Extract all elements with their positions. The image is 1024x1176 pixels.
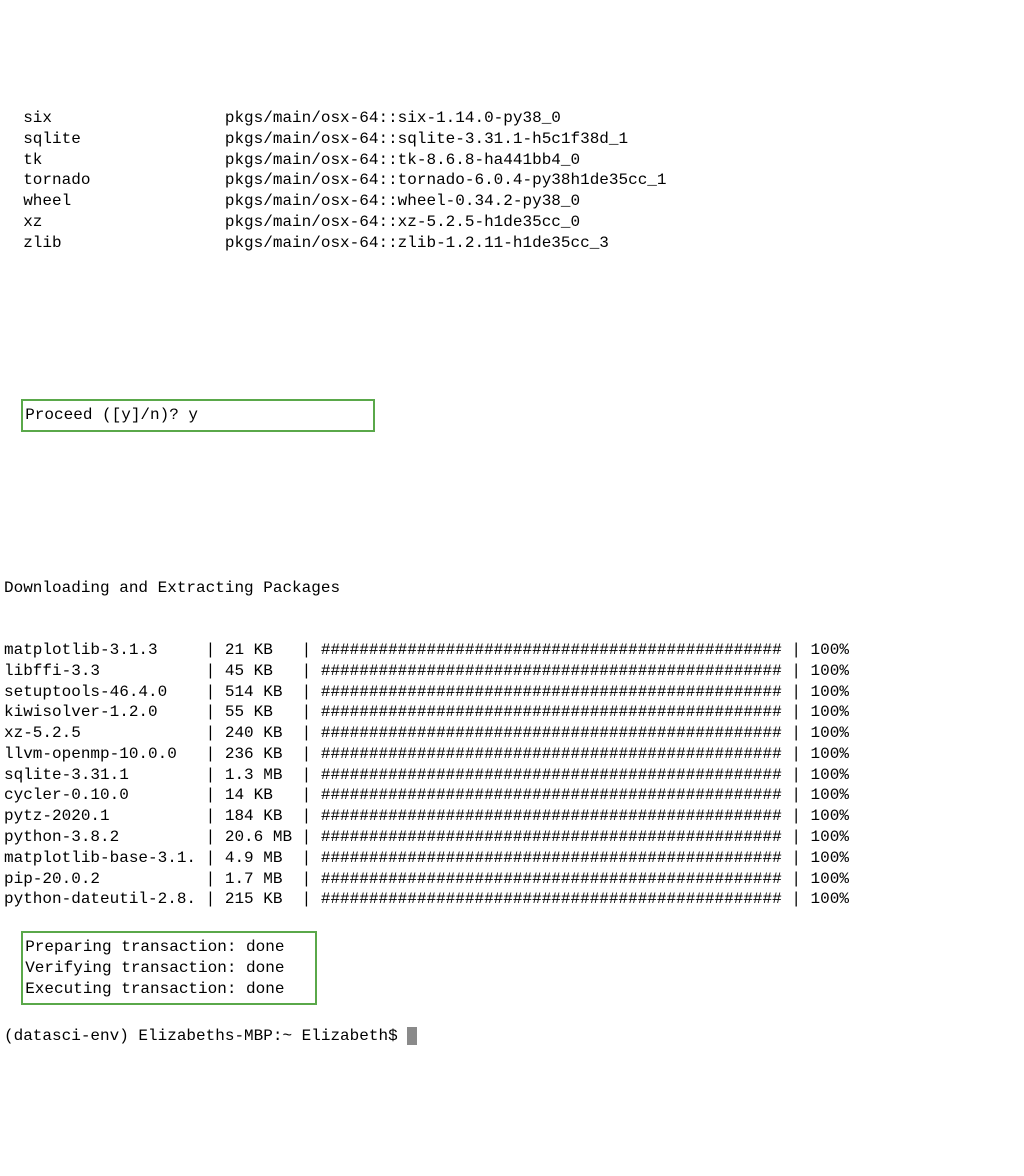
transaction-step: Executing transaction: done (25, 979, 313, 1000)
package-spec-list: six pkgs/main/osx-64::six-1.14.0-py38_0 … (4, 108, 1020, 254)
package-spec-row: xz pkgs/main/osx-64::xz-5.2.5-h1de35cc_0 (4, 212, 1020, 233)
transaction-step: Preparing transaction: done (25, 937, 313, 958)
download-progress-row: xz-5.2.5 | 240 KB | ####################… (4, 723, 1020, 744)
terminal-output[interactable]: six pkgs/main/osx-64::six-1.14.0-py38_0 … (0, 62, 1024, 1071)
transaction-status-highlight: Preparing transaction: done Verifying tr… (21, 931, 317, 1005)
download-progress-row: setuptools-46.4.0 | 514 KB | ###########… (4, 682, 1020, 703)
download-progress-row: pytz-2020.1 | 184 KB | #################… (4, 806, 1020, 827)
shell-prompt-line[interactable]: (datasci-env) Elizabeths-MBP:~ Elizabeth… (4, 1026, 1020, 1047)
download-progress-row: kiwisolver-1.2.0 | 55 KB | #############… (4, 702, 1020, 723)
download-progress-row: libffi-3.3 | 45 KB | ###################… (4, 661, 1020, 682)
package-spec-row: tornado pkgs/main/osx-64::tornado-6.0.4-… (4, 170, 1020, 191)
blank-line (4, 358, 1020, 379)
download-progress-list: matplotlib-3.1.3 | 21 KB | #############… (4, 640, 1020, 910)
download-progress-row: pip-20.0.2 | 1.7 MB | ##################… (4, 869, 1020, 890)
package-spec-row: sqlite pkgs/main/osx-64::sqlite-3.31.1-h… (4, 129, 1020, 150)
cursor-icon (407, 1027, 417, 1045)
download-progress-row: python-dateutil-2.8. | 215 KB | ########… (4, 889, 1020, 910)
package-spec-row: wheel pkgs/main/osx-64::wheel-0.34.2-py3… (4, 191, 1020, 212)
proceed-prompt: Proceed ([y]/n)? y (25, 406, 198, 424)
download-heading: Downloading and Extracting Packages (4, 578, 1020, 599)
transaction-step: Verifying transaction: done (25, 958, 313, 979)
package-spec-row: six pkgs/main/osx-64::six-1.14.0-py38_0 (4, 108, 1020, 129)
download-progress-row: sqlite-3.31.1 | 1.3 MB | ###############… (4, 765, 1020, 786)
download-progress-row: matplotlib-3.1.3 | 21 KB | #############… (4, 640, 1020, 661)
proceed-prompt-highlight: Proceed ([y]/n)? y (21, 399, 375, 432)
download-progress-row: cycler-0.10.0 | 14 KB | ################… (4, 785, 1020, 806)
blank-line (4, 453, 1020, 474)
package-spec-row: zlib pkgs/main/osx-64::zlib-1.2.11-h1de3… (4, 233, 1020, 254)
package-spec-row: tk pkgs/main/osx-64::tk-8.6.8-ha441bb4_0 (4, 150, 1020, 171)
download-progress-row: matplotlib-base-3.1. | 4.9 MB | ########… (4, 848, 1020, 869)
download-progress-row: python-3.8.2 | 20.6 MB | ###############… (4, 827, 1020, 848)
blank-line (4, 295, 1020, 316)
download-progress-row: llvm-openmp-10.0.0 | 236 KB | ##########… (4, 744, 1020, 765)
blank-line (4, 515, 1020, 536)
shell-prompt: (datasci-env) Elizabeths-MBP:~ Elizabeth… (4, 1027, 407, 1045)
